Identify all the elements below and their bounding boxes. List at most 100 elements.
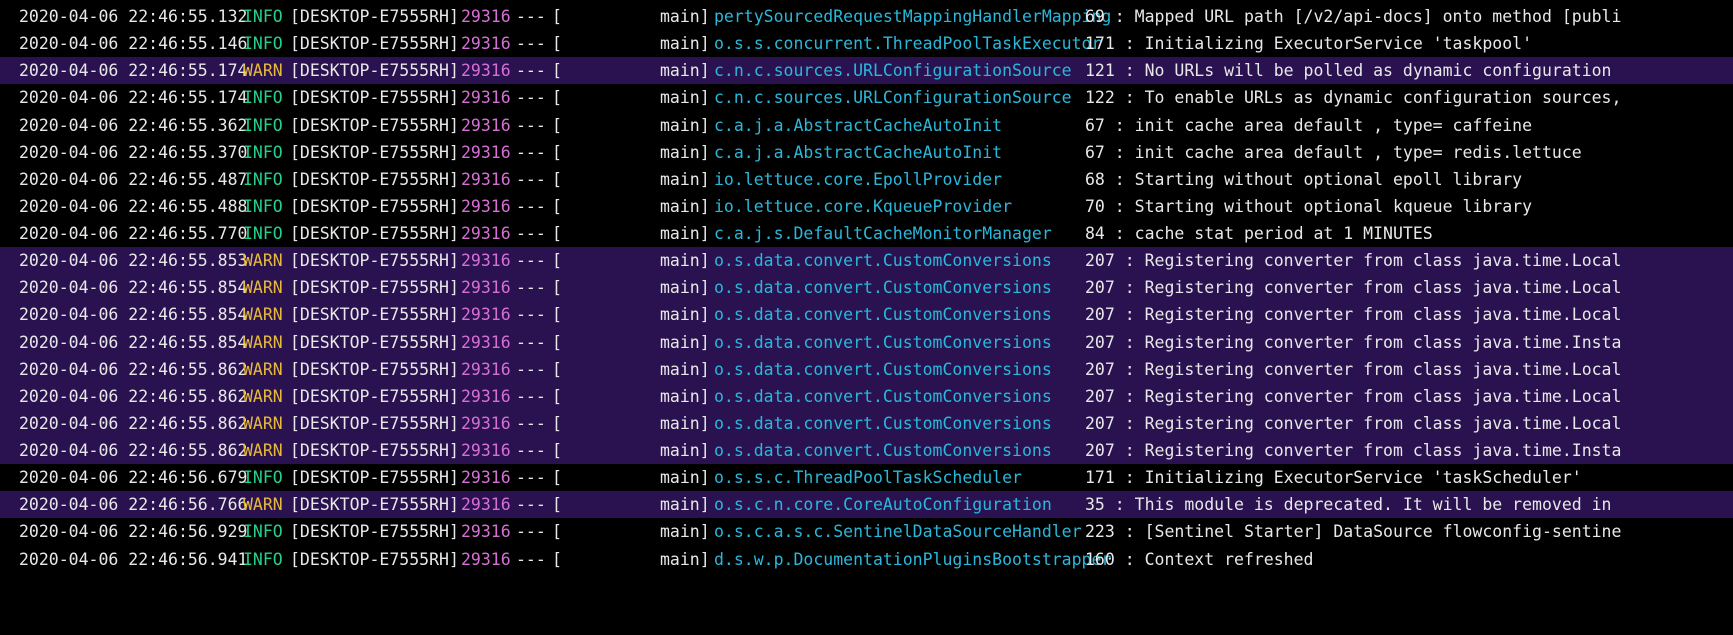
log-message: 68 : Starting without optional epoll lib… (1085, 169, 1523, 189)
log-line[interactable]: 2020-04-06 22:46:55.132 INFO [DESKTOP-E755… (0, 3, 1733, 30)
log-thread-bracket: [ (552, 386, 562, 406)
log-separator: --- (516, 169, 546, 189)
log-thread-bracket: [ (552, 495, 562, 515)
log-pid: 29316 (461, 34, 511, 54)
log-thread-bracket: [ (552, 413, 562, 433)
log-thread-bracket: [ (552, 549, 562, 569)
log-separator: --- (516, 332, 546, 352)
log-timestamp: 2020-04-06 22:46:56.941 (19, 549, 248, 569)
log-timestamp: 2020-04-06 22:46:55.770 (19, 224, 248, 243)
log-host: [DESKTOP-E7555RH] (290, 359, 459, 379)
log-line[interactable]: 2020-04-06 22:46:55.488 INFO [DESKTOP-E755… (0, 193, 1733, 220)
log-line[interactable]: 2020-04-06 22:46:55.487 INFO [DESKTOP-E755… (0, 166, 1733, 193)
log-logger-name: o.s.data.convert.CustomConversions (714, 278, 1052, 298)
log-timestamp: 2020-04-06 22:46:55.488 (19, 196, 248, 216)
log-logger-name: io.lettuce.core.EpollProvider (714, 169, 1003, 189)
log-timestamp: 2020-04-06 22:46:55.370 (19, 142, 248, 162)
log-line[interactable]: 2020-04-06 22:46:56.766 WARN [DESKTOP-E755… (0, 491, 1733, 519)
log-line[interactable]: 2020-04-06 22:46:55.174 INFO [DESKTOP-E755… (0, 84, 1733, 111)
log-pid: 29316 (461, 332, 511, 352)
log-pid: 29316 (461, 359, 511, 379)
log-pid: 29316 (461, 495, 511, 515)
log-line[interactable]: 2020-04-06 22:46:55.854 WARN [DESKTOP-E755… (0, 328, 1733, 356)
log-thread-bracket: [ (552, 34, 562, 54)
log-separator: --- (516, 522, 546, 542)
log-level: WARN (243, 386, 283, 406)
log-message: 207 : Registering converter from class j… (1085, 413, 1622, 433)
log-line[interactable]: 2020-04-06 22:46:55.862 WARN [DESKTOP-E755… (0, 355, 1733, 383)
log-timestamp: 2020-04-06 22:46:55.362 (19, 115, 248, 135)
log-host: [DESKTOP-E7555RH] (290, 88, 459, 108)
log-thread-bracket: [ (552, 115, 562, 135)
log-separator: --- (516, 142, 546, 162)
log-pid: 29316 (461, 522, 511, 542)
log-line[interactable]: 2020-04-06 22:46:55.770 INFO [DESKTOP-E755… (0, 220, 1733, 247)
log-separator: --- (516, 278, 546, 298)
log-logger-name: d.s.w.p.DocumentationPluginsBootstrapper (714, 549, 1112, 569)
log-host: [DESKTOP-E7555RH] (290, 386, 459, 406)
log-host: [DESKTOP-E7555RH] (290, 61, 459, 81)
log-line[interactable]: 2020-04-06 22:46:55.853 WARN [DESKTOP-E755… (0, 247, 1733, 275)
log-thread: main] (660, 413, 710, 433)
log-thread-bracket: [ (552, 522, 562, 542)
log-timestamp: 2020-04-06 22:46:56.929 (19, 522, 248, 542)
log-thread: main] (660, 61, 710, 81)
log-line[interactable]: 2020-04-06 22:46:56.929 INFO [DESKTOP-E755… (0, 518, 1733, 545)
log-line[interactable]: 2020-04-06 22:46:55.854 WARN [DESKTOP-E755… (0, 301, 1733, 329)
log-level: WARN (243, 305, 283, 325)
log-line[interactable]: 2020-04-06 22:46:55.854 WARN [DESKTOP-E755… (0, 274, 1733, 302)
log-message: 121 : No URLs will be polled as dynamic … (1085, 61, 1612, 81)
log-timestamp: 2020-04-06 22:46:55.862 (19, 359, 248, 379)
log-thread: main] (660, 495, 710, 515)
log-message: 207 : Registering converter from class j… (1085, 441, 1622, 460)
log-logger-name: o.s.c.n.core.CoreAutoConfiguration (714, 495, 1052, 515)
log-level: INFO (243, 196, 283, 216)
log-host: [DESKTOP-E7555RH] (290, 522, 459, 542)
log-line[interactable]: 2020-04-06 22:46:55.862 WARN [DESKTOP-E755… (0, 437, 1733, 465)
log-line[interactable]: 2020-04-06 22:46:55.174 WARN [DESKTOP-E755… (0, 57, 1733, 85)
log-host: [DESKTOP-E7555RH] (290, 251, 459, 271)
log-host: [DESKTOP-E7555RH] (290, 441, 459, 460)
log-output: 2020-04-06 22:46:55.132 INFO [DESKTOP-E755… (0, 3, 1733, 573)
log-separator: --- (516, 115, 546, 135)
log-thread: main] (660, 522, 710, 542)
log-message: 69 : Mapped URL path [/v2/api-docs] onto… (1085, 7, 1622, 26)
terminal-console[interactable]: 2020-04-06 22:46:55.132 INFO [DESKTOP-E755… (0, 0, 1733, 635)
log-separator: --- (516, 196, 546, 216)
log-logger-name: o.s.c.a.s.c.SentinelDataSourceHandler (714, 522, 1082, 542)
log-thread-bracket: [ (552, 142, 562, 162)
log-line[interactable]: 2020-04-06 22:46:55.370 INFO [DESKTOP-E755… (0, 139, 1733, 166)
log-thread-bracket: [ (552, 169, 562, 189)
log-timestamp: 2020-04-06 22:46:55.174 (19, 61, 248, 81)
log-level: WARN (243, 441, 283, 460)
log-thread: main] (660, 169, 710, 189)
log-line[interactable]: 2020-04-06 22:46:56.679 INFO [DESKTOP-E755… (0, 464, 1733, 491)
log-message: 207 : Registering converter from class j… (1085, 386, 1622, 406)
log-separator: --- (516, 305, 546, 325)
log-line[interactable]: 2020-04-06 22:46:55.862 WARN [DESKTOP-E755… (0, 382, 1733, 410)
log-line[interactable]: 2020-04-06 22:46:55.362 INFO [DESKTOP-E755… (0, 112, 1733, 139)
log-thread: main] (660, 196, 710, 216)
log-line[interactable]: 2020-04-06 22:46:55.862 WARN [DESKTOP-E755… (0, 409, 1733, 437)
log-message: 207 : Registering converter from class j… (1085, 332, 1622, 352)
log-line[interactable]: 2020-04-06 22:46:55.146 INFO [DESKTOP-E755… (0, 30, 1733, 57)
log-message: 160 : Context refreshed (1085, 549, 1314, 569)
log-message: 207 : Registering converter from class j… (1085, 359, 1622, 379)
log-logger-name: pertySourcedRequestMappingHandlerMapping (714, 7, 1112, 26)
log-pid: 29316 (461, 115, 511, 135)
log-logger-name: c.n.c.sources.URLConfigurationSource (714, 61, 1072, 81)
log-thread: main] (660, 359, 710, 379)
log-level: INFO (243, 115, 283, 135)
log-timestamp: 2020-04-06 22:46:55.853 (19, 251, 248, 271)
log-message: 207 : Registering converter from class j… (1085, 251, 1622, 271)
log-timestamp: 2020-04-06 22:46:55.854 (19, 305, 248, 325)
log-separator: --- (516, 61, 546, 81)
log-host: [DESKTOP-E7555RH] (290, 142, 459, 162)
log-thread: main] (660, 278, 710, 298)
log-line[interactable]: 2020-04-06 22:46:56.941 INFO [DESKTOP-E755… (0, 546, 1733, 573)
log-thread-bracket: [ (552, 278, 562, 298)
log-level: INFO (243, 88, 283, 108)
log-message: 171 : Initializing ExecutorService 'task… (1085, 34, 1533, 54)
log-message: 122 : To enable URLs as dynamic configur… (1085, 88, 1622, 108)
log-separator: --- (516, 251, 546, 271)
